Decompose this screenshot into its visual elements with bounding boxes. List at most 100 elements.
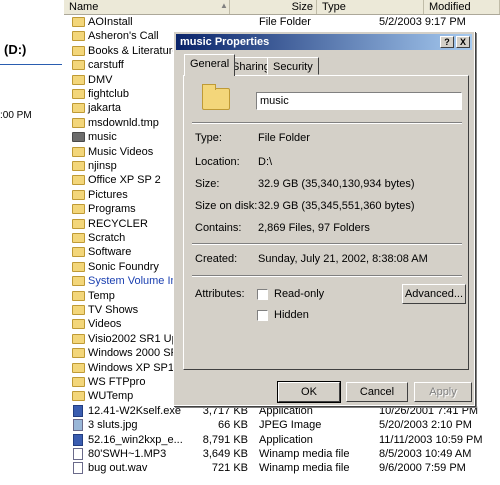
size-on-disk-label: Size on disk:: [195, 200, 258, 212]
folder-icon: [72, 89, 85, 99]
general-tab-panel: music Type: File Folder Location: D:\ Si…: [183, 75, 469, 370]
file-name: 80'SWH~1.MP3: [88, 448, 167, 460]
readonly-checkbox[interactable]: [257, 289, 268, 300]
file-type: JPEG Image: [259, 419, 322, 432]
folder-icon: [72, 319, 85, 330]
cancel-button[interactable]: Cancel: [346, 382, 408, 402]
file-name: Scratch: [88, 232, 126, 244]
folder-icon: [72, 204, 85, 215]
file-modified: 11/11/2003 10:59 PM: [379, 433, 483, 446]
hidden-label[interactable]: Hidden: [274, 309, 309, 321]
file-name: fightclub: [88, 88, 129, 100]
file-name: music: [88, 131, 117, 144]
folder-icon: [72, 391, 85, 402]
location-value: D:\: [258, 156, 273, 168]
help-button[interactable]: ?: [440, 36, 454, 48]
file-name: DMV: [88, 73, 113, 86]
file-name: 52.16_win2kxp_e...: [88, 433, 183, 446]
folder-icon: [72, 60, 85, 71]
separator: [192, 243, 462, 245]
created-value: Sunday, July 21, 2002, 8:38:08 AM: [258, 253, 428, 265]
separator: [192, 122, 462, 124]
apply-button[interactable]: Apply: [414, 382, 472, 402]
file-type: Winamp media file: [259, 462, 350, 475]
file-list-row[interactable]: 3 sluts.jpg 66 KB JPEG Image 5/20/2003 2:10…: [68, 418, 500, 432]
file-name: Music Videos: [88, 145, 154, 158]
tab-security[interactable]: Security: [267, 57, 319, 75]
file-modified: 5/2/2003 9:17 PM: [379, 16, 466, 28]
file-name: carstuff: [88, 59, 124, 72]
file-name: WUTemp: [88, 390, 134, 403]
file-size: 66 KB: [218, 419, 248, 432]
folder-icon: [72, 305, 85, 315]
file-name: 12.41-W2Kself.exe: [88, 404, 181, 417]
hidden-checkbox[interactable]: [257, 310, 268, 321]
column-header-size[interactable]: Size: [230, 0, 317, 14]
column-header-name[interactable]: Name: [64, 0, 230, 14]
file-name: Software: [88, 246, 132, 259]
advanced-button[interactable]: Advanced...: [402, 284, 466, 304]
folder-icon: [72, 146, 85, 157]
dialog-titlebar[interactable]: music Properties ? X: [176, 34, 472, 50]
column-header-type[interactable]: Type: [317, 0, 424, 14]
file-list-row[interactable]: 52.16_win2kxp_e... 8,791 KB Application 11/…: [68, 433, 500, 447]
folder-icon: [72, 377, 85, 387]
file-list-row[interactable]: 80'SWH~1.MP3 3,649 KB Winamp media file 8/5…: [68, 447, 500, 461]
file-name: bug out.wav: [88, 462, 148, 475]
exe-icon: [73, 404, 83, 417]
file-name: Temp: [88, 289, 115, 302]
folder-icon: [72, 103, 85, 114]
size-value: 32.9 GB (35,340,130,934 bytes): [258, 178, 415, 190]
dialog-title: music Properties: [180, 36, 270, 48]
folder-icon: [72, 333, 85, 344]
file-name: System Volume In...: [88, 275, 186, 288]
location-label: Location:: [195, 156, 240, 168]
file-name: Office XP SP 2: [88, 174, 161, 187]
file-list-row[interactable]: AOInstall File Folder 5/2/2003 9:17 PM: [68, 15, 500, 29]
tab-general[interactable]: General: [184, 54, 236, 76]
file-name: Videos: [88, 318, 122, 331]
folder-icon: [72, 276, 85, 287]
file-modified: 9/6/2000 7:59 PM: [379, 462, 466, 475]
file-name: Sonic Foundry: [88, 260, 159, 273]
folder-icon: [72, 290, 85, 301]
file-name: 3 sluts.jpg: [88, 419, 138, 432]
file-modified: 5/20/2003 2:10 PM: [379, 419, 472, 432]
folder-icon: [72, 161, 85, 171]
folder-icon: [72, 31, 85, 42]
sort-arrow-icon: ▲: [220, 1, 228, 10]
readonly-label[interactable]: Read-only: [274, 288, 324, 300]
file-name: Pictures: [88, 188, 128, 201]
folder-icon: [202, 84, 230, 110]
column-header-bar: Name ▲ Size Type Modified: [64, 0, 500, 15]
folder-icon: [72, 117, 85, 128]
contains-value: 2,869 Files, 97 Folders: [258, 222, 370, 234]
file-size: 721 KB: [211, 462, 248, 475]
folder-icon: [72, 233, 85, 243]
type-label: Type:: [195, 132, 222, 144]
column-header-modified[interactable]: Modified: [424, 0, 500, 14]
audio-file-icon: [73, 448, 83, 460]
time-fragment: :00 PM: [0, 110, 32, 121]
file-name: RECYCLER: [88, 217, 148, 230]
audio-file-icon: [73, 462, 83, 475]
folder-icon: [72, 261, 85, 272]
properties-dialog: music Properties ? X General Sharing Sec…: [173, 31, 475, 406]
file-size: 3,649 KB: [202, 448, 248, 460]
file-type: Application: [259, 433, 313, 446]
file-name: jakarta: [88, 102, 122, 115]
file-name: Windows 2000 SP3: [88, 347, 184, 360]
close-button[interactable]: X: [456, 36, 470, 48]
file-list-row[interactable]: bug out.wav 721 KB Winamp media file 9/6/20…: [68, 461, 500, 475]
ok-button[interactable]: OK: [277, 381, 341, 403]
folder-icon: [72, 362, 85, 373]
separator: [192, 275, 462, 277]
folder-dark-icon: [72, 132, 85, 143]
folder-name-input[interactable]: music: [256, 92, 462, 110]
contains-label: Contains:: [195, 222, 242, 234]
file-name: Books & Literature: [88, 44, 179, 57]
file-name: Windows XP SP1: [88, 361, 175, 374]
folder-icon: [72, 45, 85, 56]
divider: [0, 64, 62, 65]
file-name: TV Shows: [88, 304, 139, 316]
